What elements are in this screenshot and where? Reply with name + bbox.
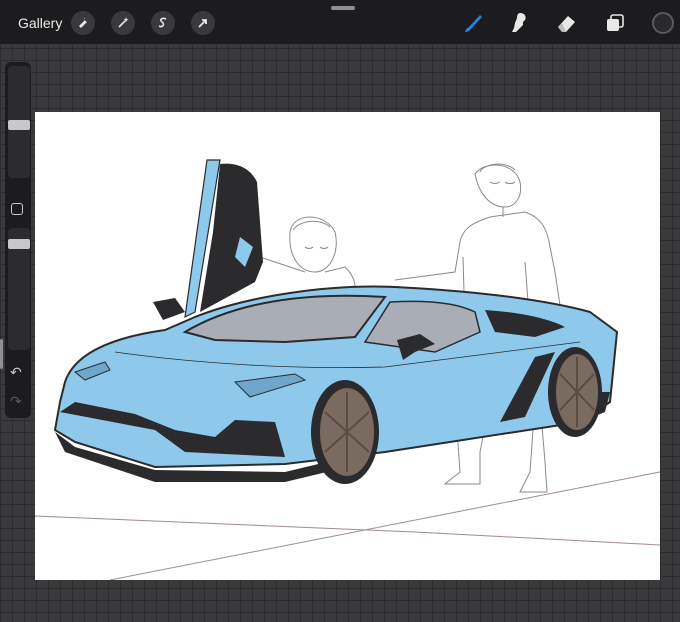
artwork [35,159,660,580]
eraser-icon[interactable] [554,10,580,36]
redo-button[interactable]: ↷ [10,393,22,410]
girl-sketch [249,216,356,293]
sidebar-edge-handle[interactable] [0,339,3,369]
opacity-thumb[interactable] [8,239,30,249]
side-mirror [153,298,185,320]
transform-arrow-icon[interactable] [191,11,215,35]
drag-handle[interactable] [331,6,355,10]
ground-line [35,515,660,546]
top-toolbar: Gallery [0,0,680,44]
layers-icon[interactable] [602,10,628,36]
car-door [184,159,263,319]
front-wheel [311,380,379,484]
color-picker-swatch[interactable] [652,12,674,34]
undo-button[interactable]: ↶ [10,364,22,381]
magic-wand-icon[interactable] [111,11,135,35]
drawing-canvas[interactable] [35,112,660,580]
modify-button[interactable] [11,203,23,215]
rear-wheel [548,347,602,437]
wrench-icon[interactable] [71,11,95,35]
selection-icon[interactable] [151,11,175,35]
smudge-icon[interactable] [506,10,532,36]
gallery-button[interactable]: Gallery [18,15,62,31]
ground-line [109,471,660,580]
brush-size-thumb[interactable] [8,120,30,130]
brush-icon[interactable] [460,10,486,36]
